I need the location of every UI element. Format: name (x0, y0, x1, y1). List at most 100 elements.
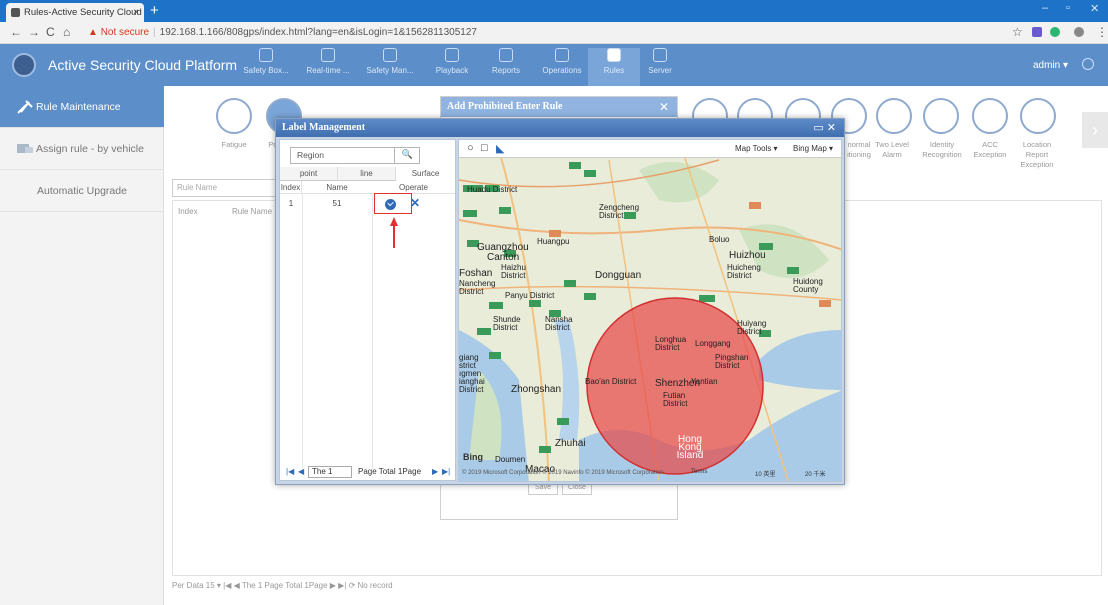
dialog-window-controls[interactable]: ▭ ✕ (813, 121, 836, 134)
app-header: Active Security Cloud Platform Safety Bo… (0, 44, 1108, 86)
operations-icon (555, 48, 569, 62)
nav-rules[interactable]: Rules (588, 48, 640, 86)
tab-surface[interactable]: Surface (396, 167, 455, 180)
rule-label-two-level: Two Level Alarm (875, 140, 909, 159)
reports-icon (499, 48, 513, 62)
profile-icon[interactable] (1074, 27, 1084, 37)
next-page-icon[interactable]: ▶ (432, 464, 438, 480)
map-label: Haizhu District (501, 263, 526, 280)
scroll-right-button[interactable]: › (1082, 112, 1108, 148)
power-icon[interactable] (1082, 58, 1094, 70)
extension-icon-2[interactable] (1050, 27, 1060, 37)
rule-label-acc: ACC Exception (973, 140, 1007, 159)
map-toolbar: ○ □ ◣ Map Tools ▾ Bing Map ▾ (459, 140, 841, 158)
shield-icon (383, 48, 397, 62)
app-logo (12, 53, 36, 77)
url-field[interactable]: ▲ Not secure | 192.168.1.166/808gps/index.… (88, 25, 988, 41)
rule-label-identity: Identity Recognition (922, 140, 962, 159)
add-rule-dialog-title: Add Prohibited Enter Rule (441, 97, 677, 117)
map-label: Guangzhou (477, 242, 529, 253)
sidebar-item-rule-maintenance[interactable]: Rule Maintenance (0, 86, 164, 128)
rule-label-location: Location Report Exception (1020, 140, 1054, 169)
nav-label: Safety Box... (243, 66, 289, 75)
new-tab-button[interactable]: + (150, 2, 159, 19)
fatigue-rule-icon[interactable] (216, 98, 252, 134)
wrench-icon (17, 100, 33, 114)
label-list-panel: Region 🔍 point line Surface Index Name O… (279, 139, 456, 481)
draw-circle-icon[interactable]: ○ (467, 142, 474, 154)
nav-label: Playback (435, 66, 469, 75)
rules-table-pager[interactable]: Per Data 15 ▾ |◀ ◀ The 1 Page Total 1Pag… (172, 581, 393, 590)
sidebar-item-label: Automatic Upgrade (37, 185, 127, 197)
browser-tab[interactable]: Rules-Active Security Cloud Pl × (6, 3, 144, 22)
two-level-alarm-icon[interactable] (923, 98, 959, 134)
nav-playback[interactable]: Playback (426, 48, 478, 75)
maximize-icon[interactable]: ▫ (1066, 2, 1070, 14)
page-total: Page Total 1Page (358, 467, 422, 476)
extension-icon[interactable] (1032, 27, 1042, 37)
map-label: Huicheng District (727, 263, 761, 280)
add-rule-close-icon[interactable]: ✕ (659, 100, 669, 114)
map-label: Futian District (663, 391, 688, 408)
page-the-label: The (312, 467, 326, 476)
reload-icon[interactable]: C (46, 25, 55, 39)
minimize-icon[interactable]: – (1042, 2, 1048, 14)
browser-menu-icon[interactable]: ⋮ (1096, 25, 1108, 39)
select-check-icon[interactable] (385, 199, 396, 210)
bookmark-star-icon[interactable]: ☆ (1012, 25, 1023, 39)
rule-name-search[interactable]: Rule Name (172, 179, 282, 197)
url-text: 192.168.1.166/808gps/index.html?lang=en&… (159, 27, 477, 38)
last-page-icon[interactable]: ▶| (442, 464, 450, 480)
map-label: Shunde District (493, 315, 521, 332)
nav-safety-box[interactable]: Safety Box... (240, 48, 292, 75)
abnormal-positioning-icon[interactable] (876, 98, 912, 134)
tab-title: Rules-Active Security Cloud Pl (24, 7, 144, 18)
nav-label: Operations (542, 66, 582, 75)
window-close-icon[interactable]: ✕ (1090, 2, 1099, 15)
map-label: Hong Kong Island (676, 434, 704, 461)
identity-recognition-icon[interactable] (972, 98, 1008, 134)
forward-icon[interactable]: → (28, 25, 40, 39)
user-menu[interactable]: admin ▾ (1033, 60, 1068, 71)
sidebar-item-assign-rule[interactable]: Assign rule - by vehicle (0, 128, 164, 170)
home-icon[interactable]: ⌂ (63, 25, 70, 39)
map-label: Huangpu (537, 237, 570, 246)
draw-rectangle-icon[interactable]: □ (481, 142, 488, 154)
draw-polygon-icon[interactable]: ◣ (496, 142, 504, 155)
map-label: Bao'an District (585, 377, 637, 386)
map-source-dropdown[interactable]: Bing Map ▾ (793, 144, 833, 153)
row-name: 51 (332, 199, 342, 208)
nav-label: Safety Man... (366, 66, 414, 75)
tab-point[interactable]: point (280, 167, 338, 181)
map-view[interactable]: ○ □ ◣ Map Tools ▾ Bing Map ▾ Huadu Distr… (458, 139, 842, 482)
first-page-icon[interactable]: |◀ (286, 464, 294, 480)
map-label: Nansha District (545, 315, 573, 332)
map-label: Huizhou (729, 250, 766, 261)
table-row[interactable]: 1 51 ✕ (280, 193, 455, 248)
nav-safety-management[interactable]: Safety Man... (364, 48, 416, 75)
nav-real-time[interactable]: Real-time ... (302, 48, 354, 75)
map-label: giang strict ıgmen ianghai District (459, 353, 485, 394)
label-pager: |◀ ◀ The 1 Page Total 1Page ▶ ▶| (280, 464, 455, 480)
terms-link[interactable]: Terms (691, 469, 707, 475)
map-attribution: © 2019 Microsoft Corporation © 2019 Navi… (462, 470, 664, 476)
annotation-arrow-stem (393, 225, 395, 248)
page-input[interactable]: The 1 (308, 466, 352, 478)
tab-close-icon[interactable]: × (133, 3, 139, 22)
map-tools-dropdown[interactable]: Map Tools ▾ (735, 144, 778, 153)
nav-reports[interactable]: Reports (480, 48, 532, 75)
warning-icon: ▲ (88, 27, 98, 38)
acc-exception-icon[interactable] (1020, 98, 1056, 134)
nav-server[interactable]: Server (634, 48, 686, 75)
sidebar-item-automatic-upgrade[interactable]: Automatic Upgrade (0, 170, 164, 212)
map-label: Yantian (691, 377, 718, 386)
tab-line[interactable]: line (338, 167, 396, 181)
address-bar: ← → C ⌂ ▲ Not secure | 192.168.1.166/808gp… (0, 22, 1108, 44)
map-label: Pingshan District (715, 353, 749, 370)
back-icon[interactable]: ← (10, 25, 22, 39)
search-icon[interactable]: 🔍 (394, 147, 420, 164)
prev-page-icon[interactable]: ◀ (298, 464, 304, 480)
delete-icon[interactable]: ✕ (410, 197, 420, 210)
nav-operations[interactable]: Operations (536, 48, 588, 75)
map-label: Zhongshan (511, 384, 562, 395)
